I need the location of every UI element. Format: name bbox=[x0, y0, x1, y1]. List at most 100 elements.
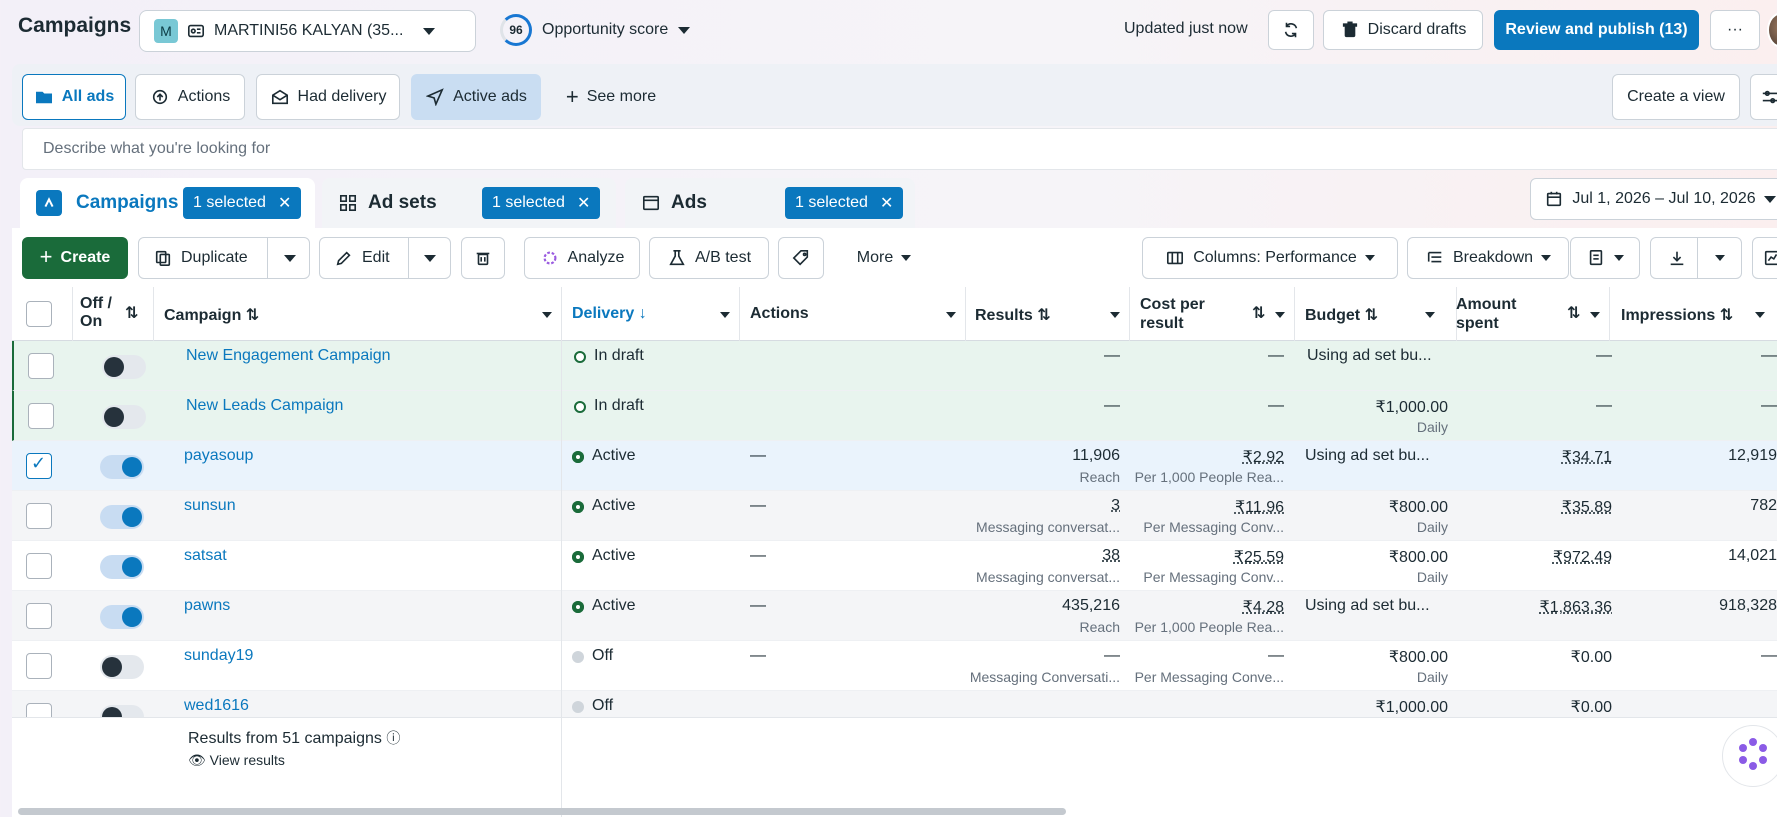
campaign-name-link[interactable]: New Leads Campaign bbox=[186, 397, 343, 415]
campaign-name-link[interactable]: sunday19 bbox=[184, 647, 253, 665]
search-input[interactable]: Describe what you're looking for bbox=[22, 128, 1777, 170]
col-budget[interactable]: Budget ⇅ bbox=[1305, 305, 1378, 325]
more-options-button[interactable]: ··· bbox=[1710, 10, 1760, 50]
id-card-icon bbox=[186, 21, 206, 41]
sort-icon[interactable]: ⇅ bbox=[1252, 303, 1265, 323]
campaign-toggle[interactable] bbox=[100, 605, 144, 629]
refresh-button[interactable] bbox=[1268, 10, 1314, 50]
date-range-picker[interactable]: Jul 1, 2026 – Jul 10, 2026 bbox=[1530, 178, 1777, 220]
ads-selected-badge[interactable]: 1 selected ✕ bbox=[785, 187, 904, 219]
close-icon[interactable]: ✕ bbox=[880, 193, 893, 213]
discard-drafts-button[interactable]: Discard drafts bbox=[1323, 10, 1483, 50]
more-button[interactable]: More bbox=[834, 237, 934, 279]
table-row[interactable]: New Leads Campaign In draft — — ₹1,000.0… bbox=[12, 391, 1777, 441]
select-all-checkbox[interactable] bbox=[26, 301, 52, 327]
campaigns-selected-badge[interactable]: 1 selected ✕ bbox=[183, 187, 302, 219]
chevron-down-icon[interactable] bbox=[424, 255, 436, 262]
campaign-name-link[interactable]: pawns bbox=[184, 597, 230, 615]
campaign-name-link[interactable]: payasoup bbox=[184, 447, 253, 465]
breakdown-selector[interactable]: Breakdown bbox=[1407, 237, 1569, 279]
chevron-down-icon[interactable] bbox=[1590, 312, 1600, 318]
campaign-toggle[interactable] bbox=[102, 355, 146, 379]
create-view-button[interactable]: Create a view bbox=[1612, 74, 1740, 120]
chevron-down-icon[interactable] bbox=[1715, 255, 1725, 261]
campaign-toggle[interactable] bbox=[100, 455, 144, 479]
col-delivery[interactable]: Delivery ↓ bbox=[572, 305, 647, 323]
horizontal-scrollbar[interactable] bbox=[18, 808, 1066, 815]
row-checkbox[interactable] bbox=[26, 553, 52, 579]
row-checkbox[interactable] bbox=[26, 603, 52, 629]
campaign-name-link[interactable]: New Engagement Campaign bbox=[186, 347, 391, 365]
table-row[interactable]: wed1616 Off ₹1,000.00 ₹0.00 bbox=[12, 691, 1777, 717]
tab-ad-sets[interactable]: Ad sets 1 selected ✕ bbox=[322, 178, 616, 228]
tag-button[interactable] bbox=[778, 237, 824, 279]
close-icon[interactable]: ✕ bbox=[278, 193, 291, 213]
filter-had-delivery[interactable]: Had delivery bbox=[256, 74, 400, 120]
columns-selector[interactable]: Columns: Performance bbox=[1142, 237, 1398, 279]
campaign-name-link[interactable]: wed1616 bbox=[184, 697, 249, 715]
sort-icon[interactable]: ⇅ bbox=[1567, 303, 1580, 323]
row-checkbox[interactable] bbox=[26, 503, 52, 529]
row-checkbox[interactable]: ✓ bbox=[26, 453, 52, 479]
reports-button[interactable] bbox=[1570, 237, 1640, 279]
chevron-down-icon[interactable] bbox=[1755, 312, 1765, 318]
chevron-down-icon[interactable] bbox=[542, 312, 552, 318]
table-row[interactable]: sunsun Active — 3 Messaging conversat...… bbox=[12, 491, 1777, 541]
duplicate-button[interactable]: Duplicate bbox=[138, 237, 310, 279]
col-results[interactable]: Results ⇅ bbox=[975, 305, 1051, 325]
col-actions[interactable]: Actions bbox=[750, 305, 809, 323]
edit-button[interactable]: Edit bbox=[319, 237, 451, 279]
chevron-down-icon[interactable] bbox=[1110, 312, 1120, 318]
col-campaign[interactable]: Campaign ⇅ bbox=[164, 305, 259, 325]
col-amount-spent[interactable]: Amount spent bbox=[1456, 295, 1516, 333]
row-checkbox[interactable] bbox=[26, 703, 52, 717]
delete-button[interactable] bbox=[461, 237, 505, 279]
review-publish-button[interactable]: Review and publish (13) bbox=[1494, 10, 1699, 50]
campaign-toggle[interactable] bbox=[100, 555, 144, 579]
campaign-name-link[interactable]: sunsun bbox=[184, 497, 236, 515]
row-checkbox[interactable] bbox=[28, 353, 54, 379]
opportunity-score-dropdown[interactable]: 96 Opportunity score bbox=[500, 14, 691, 46]
filter-active-ads[interactable]: Active ads bbox=[411, 74, 541, 120]
campaign-toggle[interactable] bbox=[100, 505, 144, 529]
export-button[interactable] bbox=[1650, 237, 1742, 279]
see-more-filters-button[interactable]: + See more bbox=[556, 74, 666, 120]
campaign-toggle[interactable] bbox=[100, 705, 144, 717]
sort-icon[interactable]: ⇅ bbox=[125, 303, 138, 323]
chevron-down-icon[interactable] bbox=[1425, 312, 1435, 318]
chevron-down-icon[interactable] bbox=[284, 255, 296, 262]
col-cost-per-result[interactable]: Cost per result bbox=[1140, 295, 1205, 333]
tab-campaigns[interactable]: Campaigns 1 selected ✕ bbox=[20, 178, 315, 228]
ab-test-button[interactable]: A/B test bbox=[649, 237, 769, 279]
row-checkbox[interactable] bbox=[26, 653, 52, 679]
col-off-on[interactable]: Off / On bbox=[80, 295, 112, 331]
col-impressions[interactable]: Impressions ⇅ bbox=[1621, 305, 1733, 325]
table-row[interactable]: New Engagement Campaign In draft — — Usi… bbox=[12, 341, 1777, 391]
charts-button[interactable] bbox=[1752, 237, 1777, 279]
view-settings-button[interactable] bbox=[1750, 74, 1777, 120]
tab-ads[interactable]: Ads 1 selected ✕ bbox=[625, 178, 915, 228]
chevron-down-icon[interactable] bbox=[946, 312, 956, 318]
chevron-down-icon[interactable] bbox=[1275, 312, 1285, 318]
close-icon[interactable]: ✕ bbox=[577, 193, 590, 213]
campaign-toggle[interactable] bbox=[102, 405, 146, 429]
campaign-name-link[interactable]: satsat bbox=[184, 547, 227, 565]
table-row[interactable]: pawns Active — 435,216 Reach ₹4.28 Per 1… bbox=[12, 591, 1777, 641]
ai-assistant-button[interactable] bbox=[1722, 725, 1777, 787]
table-row[interactable]: ✓ payasoup Active — 11,906 Reach ₹2.92 P… bbox=[12, 441, 1777, 491]
analyze-button[interactable]: Analyze bbox=[524, 237, 640, 279]
table-row[interactable]: sunday19 Off — — Messaging Conversati...… bbox=[12, 641, 1777, 691]
adsets-selected-badge[interactable]: 1 selected ✕ bbox=[482, 187, 601, 219]
view-results-link[interactable]: 👁 View results bbox=[188, 752, 285, 769]
eye-icon: 👁 bbox=[188, 752, 206, 768]
filter-all-ads[interactable]: All ads bbox=[22, 74, 126, 120]
create-button[interactable]: + Create bbox=[22, 237, 128, 279]
info-icon[interactable]: ⓘ bbox=[386, 730, 400, 746]
chevron-down-icon[interactable] bbox=[720, 312, 730, 318]
campaign-toggle[interactable] bbox=[100, 655, 144, 679]
user-avatar[interactable] bbox=[1767, 12, 1777, 48]
filter-actions[interactable]: Actions bbox=[135, 74, 245, 120]
account-selector[interactable]: M MARTINI56 KALYAN (35... bbox=[139, 10, 476, 52]
row-checkbox[interactable] bbox=[28, 403, 54, 429]
table-row[interactable]: satsat Active — 38 Messaging conversat..… bbox=[12, 541, 1777, 591]
